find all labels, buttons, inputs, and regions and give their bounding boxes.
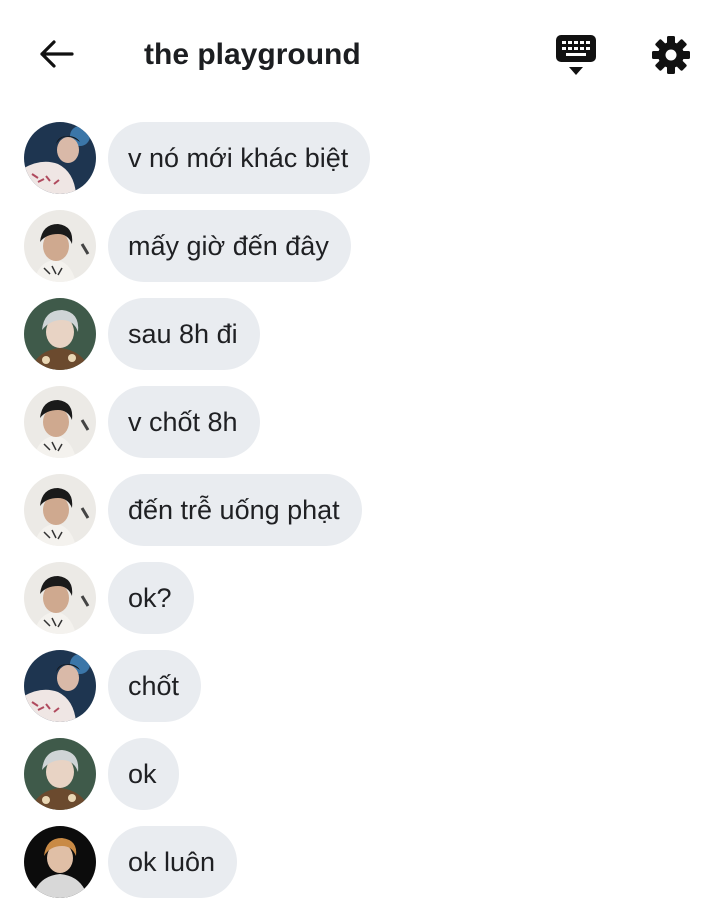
message-row: chốt: [0, 648, 719, 722]
message-bubble[interactable]: ok?: [108, 562, 194, 634]
message-bubble[interactable]: chốt: [108, 650, 202, 722]
avatar-user-a[interactable]: [24, 650, 96, 722]
chat-header: the playground: [0, 0, 719, 108]
arrow-left-icon: [40, 40, 74, 68]
chat-title: the playground: [144, 38, 361, 71]
message-row: v chốt 8h: [0, 384, 719, 458]
avatar-user-c[interactable]: [24, 298, 96, 370]
keyboard-icon: [556, 35, 596, 75]
message-row: đến trễ uống phạt: [0, 472, 719, 546]
avatar-user-c[interactable]: [24, 738, 96, 810]
message-bubble[interactable]: v chốt 8h: [108, 386, 260, 458]
avatar-user-b[interactable]: [24, 474, 96, 546]
avatar-user-b[interactable]: [24, 210, 96, 282]
message-list: v nó mới khác biệt mấy giờ đến đây sau 8…: [0, 120, 719, 912]
settings-button[interactable]: [648, 32, 694, 78]
message-row: ok: [0, 736, 719, 810]
avatar-user-d[interactable]: [24, 826, 96, 898]
message-bubble[interactable]: đến trễ uống phạt: [108, 474, 362, 546]
avatar-user-b[interactable]: [24, 386, 96, 458]
message-row: ok?: [0, 560, 719, 634]
avatar-user-a[interactable]: [24, 122, 96, 194]
message-row: mấy giờ đến đây: [0, 208, 719, 282]
message-bubble[interactable]: ok luôn: [108, 826, 238, 898]
message-bubble[interactable]: v nó mới khác biệt: [108, 122, 371, 194]
keyboard-button[interactable]: [553, 33, 599, 79]
back-button[interactable]: [36, 34, 76, 74]
message-row: v nó mới khác biệt: [0, 120, 719, 194]
message-bubble[interactable]: ok: [108, 738, 179, 810]
message-row: ok luôn: [0, 824, 719, 898]
avatar-user-b[interactable]: [24, 562, 96, 634]
message-bubble[interactable]: mấy giờ đến đây: [108, 210, 351, 282]
gear-icon: [652, 36, 690, 74]
message-row: sau 8h đi: [0, 296, 719, 370]
message-bubble[interactable]: sau 8h đi: [108, 298, 260, 370]
